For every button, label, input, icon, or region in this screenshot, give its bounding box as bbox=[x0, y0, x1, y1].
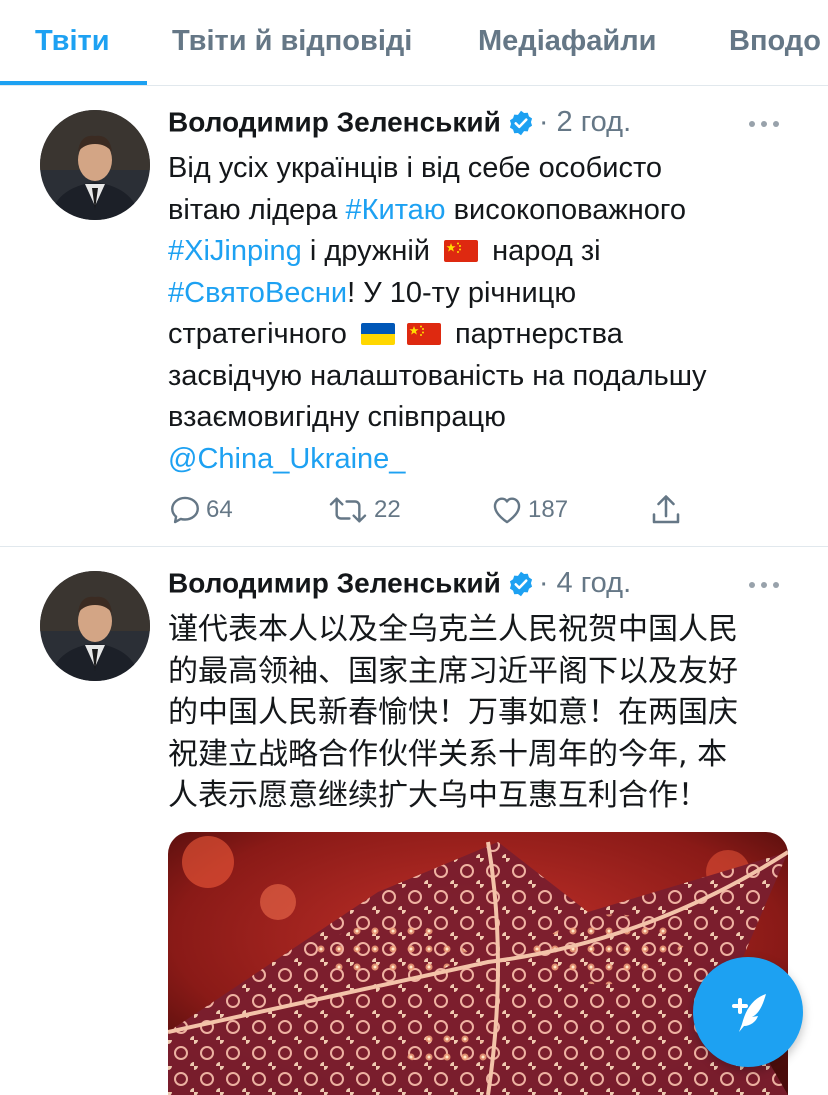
tweet-time[interactable]: · 2 год. bbox=[539, 106, 631, 138]
tab-likes[interactable]: Вподо bbox=[729, 0, 821, 85]
hashtag-link[interactable]: #XiJinping bbox=[168, 235, 302, 267]
flag-china-icon bbox=[444, 240, 479, 262]
text-segment: високоповажного bbox=[445, 193, 686, 226]
tweet-text-line: Від усіх українців і від себе особисто bbox=[168, 152, 663, 184]
tweet-media-image[interactable] bbox=[168, 832, 788, 1095]
tweet-text-line: стратегічного партнерства bbox=[168, 314, 798, 356]
tab-tweets-and-replies[interactable]: Твіти й відповіді bbox=[172, 0, 412, 85]
tweet-text-line: 祝建立战略合作伙伴关系十周年的今年, 本 bbox=[168, 736, 728, 772]
profile-tabs: Твіти Твіти й відповіді Медіафайли Вподо bbox=[0, 0, 828, 86]
like-icon bbox=[493, 497, 521, 524]
tweet-text-line: 的最高领袖、国家主席习近平阁下以及友好 bbox=[168, 653, 738, 689]
text-segment: і дружній bbox=[301, 235, 439, 267]
like-count: 187 bbox=[528, 496, 569, 523]
reply-button[interactable]: 64 bbox=[168, 490, 233, 530]
compose-icon bbox=[732, 994, 766, 1032]
tweet-text-line: засвідчую налаштованість на подальшу bbox=[168, 359, 707, 392]
tweet-header: Володимир Зеленський · 2 год. bbox=[168, 106, 808, 146]
tweet-text-line: вітаю лідера #Китаю високоповажного bbox=[168, 190, 798, 232]
mention-link[interactable]: @China_Ukraine_ bbox=[168, 439, 798, 481]
share-button[interactable] bbox=[648, 490, 688, 530]
tweet-text: Від усіх українців і від себе особисто в… bbox=[168, 148, 798, 480]
hashtag-link[interactable]: #СвятоВесни bbox=[168, 277, 347, 309]
author-name[interactable]: Володимир Зеленський bbox=[168, 568, 501, 599]
tweet-text-line: 的中国人民新春愉快！万事如意！在两国庆 bbox=[168, 695, 738, 730]
text-segment: вітаю лідера bbox=[168, 193, 346, 226]
verified-icon bbox=[509, 571, 532, 596]
more-icon[interactable] bbox=[744, 567, 784, 603]
retweet-count: 22 bbox=[374, 496, 401, 523]
more-icon[interactable] bbox=[744, 106, 784, 142]
tweet-time[interactable]: · 4 год. bbox=[539, 567, 631, 599]
retweet-button[interactable]: 22 bbox=[326, 490, 401, 530]
hashtag-link[interactable]: #Китаю bbox=[345, 194, 445, 226]
reply-count: 64 bbox=[206, 496, 233, 523]
tweet-text: 谨代表本人以及全乌克兰人民祝贺中国人民 的最高领袖、国家主席习近平阁下以及友好 … bbox=[168, 609, 798, 817]
text-segment: партнерства bbox=[446, 318, 623, 350]
flag-ukraine-icon bbox=[360, 323, 395, 345]
tweet-text-line: #XiJinping і дружній народ зі bbox=[168, 231, 798, 273]
like-button[interactable]: 187 bbox=[490, 490, 568, 530]
text-segment: ! У 10-ту річницю bbox=[347, 276, 577, 309]
avatar[interactable] bbox=[40, 110, 150, 220]
reply-icon bbox=[171, 496, 199, 524]
author-name[interactable]: Володимир Зеленський bbox=[168, 107, 501, 138]
flag-china-icon bbox=[406, 323, 441, 345]
tweet-text-line: взаємовигідну співпрацю bbox=[168, 401, 506, 433]
tweet-header: Володимир Зеленський · 4 год. bbox=[168, 567, 808, 607]
avatar[interactable] bbox=[40, 571, 150, 681]
tweet-text-line: 人表示愿意继续扩大乌中互惠互利合作！ bbox=[168, 778, 708, 813]
tab-media[interactable]: Медіафайли bbox=[478, 0, 656, 85]
text-segment: стратегічного bbox=[168, 318, 355, 350]
share-icon bbox=[652, 495, 680, 524]
tweet-text-line: 谨代表本人以及全乌克兰人民祝贺中国人民 bbox=[168, 612, 738, 647]
tab-tweets[interactable]: Твіти bbox=[35, 0, 110, 85]
verified-icon bbox=[509, 110, 532, 135]
active-tab-indicator bbox=[0, 81, 147, 85]
retweet-icon bbox=[329, 497, 367, 523]
tweet-text-line: #СвятоВесни! У 10-ту річницю bbox=[168, 273, 798, 315]
tweet-actions: 64 22 187 bbox=[168, 490, 728, 530]
tweet[interactable]: Володимир Зеленський · 2 год. Від усіх ук… bbox=[0, 86, 828, 547]
text-segment: народ зі bbox=[484, 235, 601, 267]
compose-tweet-button[interactable] bbox=[693, 957, 803, 1067]
